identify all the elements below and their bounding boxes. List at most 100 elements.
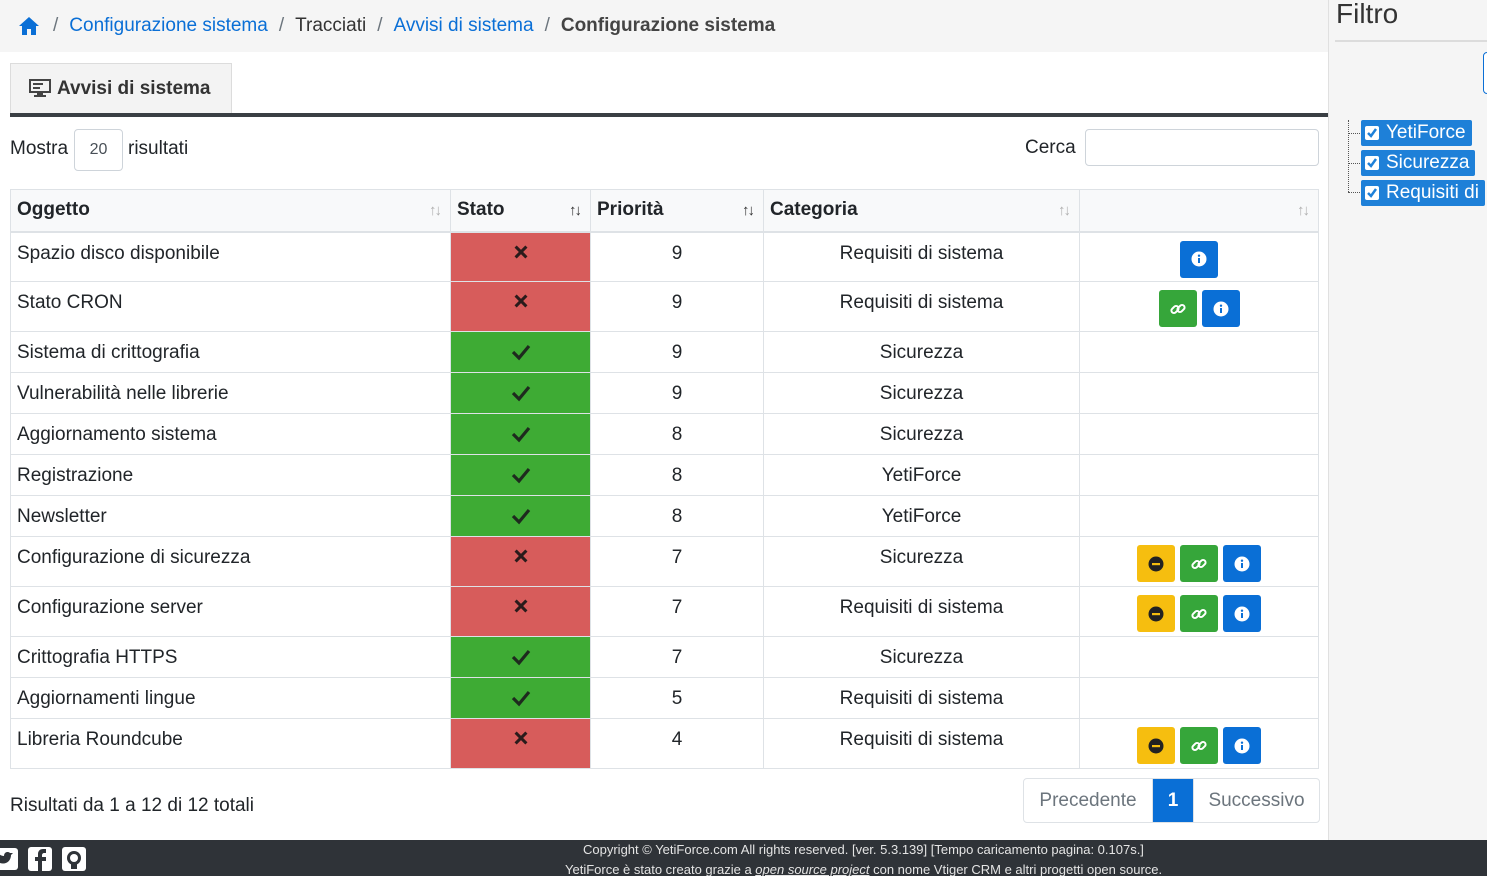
cell-categoria: Sicurezza — [763, 331, 1080, 373]
ignore-button[interactable] — [1137, 595, 1175, 632]
cell-priorita: 8 — [590, 454, 764, 496]
cell-oggetto: Spazio disco disponibile — [10, 231, 451, 282]
cell-oggetto: Registrazione — [10, 454, 451, 496]
breadcrumb-item-avvisi[interactable]: Avvisi di sistema — [393, 15, 533, 37]
row-actions — [1086, 595, 1312, 632]
next-page-button[interactable]: Successivo — [1193, 779, 1319, 822]
cell-oggetto: Aggiornamenti lingue — [10, 677, 451, 719]
twitter-icon[interactable] — [0, 845, 20, 873]
info-icon — [1234, 738, 1250, 754]
filter-item-sicurezza[interactable]: Sicurezza — [1361, 150, 1476, 176]
cell-oggetto: Vulnerabilità nelle librerie — [10, 372, 451, 414]
filter-item-label: YetiForce — [1386, 122, 1466, 143]
sort-icon: ↑↓ — [1058, 202, 1071, 219]
cell-oggetto: Sistema di crittografia — [10, 331, 451, 373]
link-button[interactable] — [1180, 727, 1218, 764]
column-header-azioni[interactable]: ↑↓ — [1079, 189, 1319, 233]
home-icon[interactable] — [18, 15, 42, 37]
results-summary: Risultati da 1 a 12 di 12 totali — [10, 795, 254, 816]
sort-asc-icon: ↑↓ — [569, 202, 582, 219]
sort-icon: ↑↓ — [429, 202, 442, 219]
cell-azioni — [1079, 536, 1319, 587]
info-icon — [1234, 556, 1250, 572]
tab-avvisi-di-sistema[interactable]: Avvisi di sistema — [10, 63, 232, 114]
info-button[interactable] — [1223, 545, 1261, 582]
breadcrumb-item-configurazione[interactable]: Configurazione sistema — [69, 15, 268, 37]
check-icon — [511, 383, 531, 403]
column-header-oggetto[interactable]: Oggetto ↑↓ — [10, 189, 451, 233]
cell-priorita: 9 — [590, 281, 764, 332]
cross-icon — [511, 597, 531, 617]
link-button[interactable] — [1158, 290, 1197, 327]
column-label: Priorità — [597, 199, 664, 221]
check-icon — [511, 506, 531, 526]
cell-categoria: Requisiti di sistema — [763, 281, 1080, 332]
info-button[interactable] — [1201, 290, 1240, 327]
cell-oggetto: Newsletter — [10, 495, 451, 537]
page-size-label: Mostra — [10, 138, 69, 159]
table-row: Aggiornamenti lingue 5 Requisiti di sistem… — [10, 677, 1319, 719]
cell-stato — [450, 586, 591, 637]
cell-priorita: 7 — [590, 586, 764, 637]
link-icon — [1169, 300, 1187, 318]
open-source-link[interactable]: open source project — [755, 862, 869, 876]
ignore-button[interactable] — [1137, 545, 1175, 582]
column-header-priorita[interactable]: Priorità ↑↓ — [590, 189, 764, 233]
github-icon[interactable] — [60, 845, 88, 873]
cell-categoria: YetiForce — [763, 495, 1080, 537]
cell-azioni — [1079, 331, 1319, 373]
filter-item-requisiti[interactable]: Requisiti di — [1361, 180, 1485, 206]
row-actions — [1086, 290, 1312, 327]
breadcrumb-separator: / — [53, 15, 59, 36]
row-actions — [1086, 545, 1312, 582]
cell-azioni — [1079, 454, 1319, 496]
info-button[interactable] — [1180, 240, 1218, 278]
page-1-button[interactable]: 1 — [1153, 779, 1193, 822]
cell-priorita: 5 — [590, 677, 764, 719]
cell-categoria: Requisiti di sistema — [763, 677, 1080, 719]
cell-azioni — [1079, 586, 1319, 637]
breadcrumb-separator: / — [544, 15, 550, 36]
info-icon — [1191, 251, 1207, 267]
search-input[interactable] — [1085, 129, 1319, 166]
page-size-select[interactable]: 20 — [74, 129, 123, 171]
minus-circle-icon — [1148, 556, 1164, 572]
filter-toggle-button[interactable] — [1483, 52, 1487, 94]
search-label: Cerca — [1025, 137, 1076, 158]
filter-item-yetiforce[interactable]: YetiForce — [1361, 120, 1472, 146]
check-icon — [511, 647, 531, 667]
ignore-button[interactable] — [1137, 727, 1175, 764]
column-header-categoria[interactable]: Categoria ↑↓ — [763, 189, 1080, 233]
footer: Copyright © YetiForce.com All rights res… — [0, 840, 1487, 876]
info-icon — [1234, 606, 1250, 622]
link-button[interactable] — [1180, 595, 1218, 632]
cell-stato — [450, 495, 591, 537]
cell-priorita: 8 — [590, 495, 764, 537]
cell-stato — [450, 281, 591, 332]
cell-oggetto: Crittografia HTTPS — [10, 636, 451, 678]
table-row: Spazio disco disponibile 9 Requisiti di si… — [10, 231, 1319, 282]
filter-item-label: Sicurezza — [1386, 152, 1470, 173]
facebook-icon[interactable] — [26, 845, 54, 873]
breadcrumb-item-tracciati: Tracciati — [295, 15, 367, 36]
info-button[interactable] — [1223, 595, 1261, 632]
cell-azioni — [1079, 677, 1319, 719]
cell-stato — [450, 636, 591, 678]
table-row: Vulnerabilità nelle librerie 9 Sicurezza — [10, 372, 1319, 414]
previous-page-button[interactable]: Precedente — [1024, 779, 1153, 822]
link-button[interactable] — [1180, 545, 1218, 582]
cell-oggetto: Stato CRON — [10, 281, 451, 332]
cell-azioni — [1079, 281, 1319, 332]
info-button[interactable] — [1223, 727, 1261, 764]
cell-priorita: 4 — [590, 718, 764, 769]
cell-oggetto: Libreria Roundcube — [10, 718, 451, 769]
column-header-stato[interactable]: Stato ↑↓ — [450, 189, 591, 233]
cell-categoria: Requisiti di sistema — [763, 586, 1080, 637]
table-row: Newsletter 8 YetiForce — [10, 495, 1319, 537]
cell-stato — [450, 331, 591, 373]
row-actions — [1086, 240, 1312, 278]
cell-stato — [450, 413, 591, 455]
sort-icon: ↑↓ — [1297, 202, 1310, 219]
checkbox-checked-icon — [1365, 186, 1379, 200]
filter-title: Filtro — [1336, 0, 1399, 29]
